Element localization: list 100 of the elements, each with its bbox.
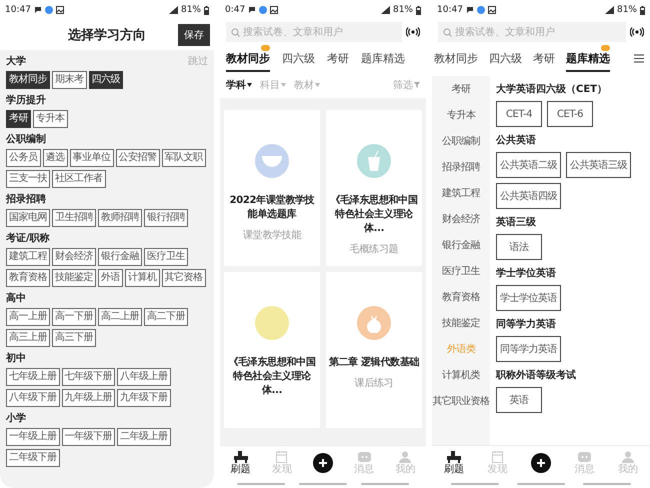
option-chip[interactable]: 八年级上册 — [117, 368, 170, 386]
chat-icon — [248, 6, 256, 14]
option-chip[interactable]: 高三上册 — [6, 329, 50, 347]
option-chip[interactable]: 九年级下册 — [117, 389, 170, 407]
option-chip[interactable]: 其它资格 — [162, 269, 206, 287]
notebook-icon — [492, 451, 503, 463]
option-chip[interactable]: 专升本 — [33, 110, 68, 128]
option-button[interactable]: 公共英语三级 — [566, 152, 631, 178]
option-chip[interactable]: 二年级上册 — [117, 428, 170, 446]
category-item[interactable]: 建筑工程 — [432, 180, 490, 206]
question-bank-card[interactable]: 第二章 逻辑代数基础 课后练习 — [326, 272, 422, 428]
nav-bar-line — [361, 483, 409, 485]
tab[interactable]: 四六级 — [282, 45, 315, 72]
option-button[interactable]: 公共英语二级 — [496, 152, 561, 178]
category-item[interactable]: 公职编制 — [432, 128, 490, 154]
option-chip[interactable]: 建筑工程 — [6, 248, 50, 266]
option-chip[interactable]: 七年级上册 — [6, 368, 60, 386]
option-button[interactable]: 英语 — [496, 387, 542, 413]
category-item[interactable]: 计算机类 — [432, 362, 490, 388]
option-chip[interactable]: 高一下册 — [52, 308, 96, 326]
option-chip[interactable]: 公务员 — [6, 149, 40, 167]
option-chip[interactable]: 二年级下册 — [6, 449, 60, 467]
option-button[interactable]: 同等学力英语 — [496, 336, 561, 362]
nav-bar-line — [583, 483, 631, 485]
category-item[interactable]: 专升本 — [432, 102, 490, 128]
section-title: 英语三级 — [496, 216, 537, 229]
group-title: 大学 — [6, 54, 26, 68]
tab[interactable]: 题库精选 — [361, 45, 405, 72]
question-bank-card[interactable]: 《毛泽东思想和中国特色社会主义理论体... 毛概练习题 — [326, 110, 422, 266]
option-chip[interactable]: 卫生招聘 — [52, 209, 96, 227]
question-bank-card[interactable]: 《毛泽东思想和中国特色社会主义理论体... — [224, 272, 320, 428]
option-chip[interactable]: 七年级下册 — [62, 368, 115, 386]
option-chip[interactable]: 国家电网 — [6, 209, 50, 227]
option-chip[interactable]: 银行金融 — [98, 248, 142, 266]
option-button[interactable]: CET-6 — [547, 101, 593, 127]
plus-icon — [318, 458, 328, 468]
save-button[interactable]: 保存 — [178, 24, 210, 46]
battery-icon — [416, 6, 421, 14]
option-chip[interactable]: 八年级下册 — [6, 389, 60, 407]
option-chip[interactable]: 社区工作者 — [52, 170, 106, 188]
chat-icon — [34, 6, 42, 14]
search-field[interactable]: 搜索试卷、文章和用户 — [438, 22, 626, 42]
nav-tab[interactable]: 刷题 — [230, 451, 251, 475]
option-chip[interactable]: 教育资格 — [6, 269, 50, 287]
search-field[interactable]: 搜索试卷、文章和用户 — [226, 22, 402, 42]
option-chip[interactable]: 军队文职 — [162, 149, 206, 167]
menu-icon[interactable] — [634, 54, 644, 62]
category-item[interactable]: 财会经济 — [432, 206, 490, 232]
group-title: 小学 — [6, 412, 26, 425]
option-chip[interactable]: 三支一扶 — [6, 170, 50, 188]
tab[interactable]: 四六级 — [489, 45, 522, 72]
filter-dropdown[interactable]: 学科 — [226, 78, 252, 92]
option-chip[interactable]: 外语 — [98, 269, 123, 287]
option-button[interactable]: 学士学位英语 — [496, 285, 561, 311]
nav-tab[interactable]: 刷题 — [444, 451, 464, 475]
gallery-icon — [488, 6, 496, 14]
question-bank-card[interactable]: 2022年课堂教学技能单选题库 课堂教学技能 — [224, 110, 320, 266]
option-button[interactable]: 公共英语四级 — [496, 183, 561, 209]
option-chip[interactable]: 医疗卫生 — [144, 248, 188, 266]
category-item[interactable]: 银行金融 — [432, 232, 490, 258]
option-chip[interactable]: 教师招聘 — [98, 209, 142, 227]
option-chip[interactable]: 事业单位 — [70, 149, 114, 167]
option-chip[interactable]: 教材同步 — [6, 71, 50, 89]
option-chip[interactable]: 高二上册 — [98, 308, 142, 326]
option-chip[interactable]: 一年级上册 — [6, 428, 60, 446]
option-chip[interactable]: 四六级 — [88, 71, 123, 89]
option-chip[interactable]: 考研 — [6, 110, 31, 128]
group-title: 初中 — [6, 352, 26, 365]
option-chip[interactable]: 九年级上册 — [62, 389, 115, 407]
option-chip[interactable]: 遴选 — [42, 149, 68, 167]
option-chip[interactable]: 高三下册 — [52, 329, 96, 347]
option-button[interactable]: 语法 — [496, 234, 542, 260]
option-chip[interactable]: 技能鉴定 — [52, 269, 96, 287]
category-item[interactable]: 医疗卫生 — [432, 258, 490, 284]
category-item[interactable]: 教育资格 — [432, 284, 490, 310]
tab[interactable]: 题库精选 — [566, 45, 610, 72]
option-chip[interactable]: 计算机 — [125, 269, 160, 287]
option-button[interactable]: CET-4 — [496, 101, 542, 127]
option-chip[interactable]: 高二下册 — [144, 308, 188, 326]
add-button[interactable] — [312, 453, 333, 473]
group-title: 招录招聘 — [6, 193, 46, 206]
option-chip[interactable]: 公安招警 — [116, 149, 160, 167]
option-chip[interactable]: 高一上册 — [6, 308, 50, 326]
category-item[interactable]: 技能鉴定 — [432, 310, 490, 336]
broadcast-icon[interactable] — [406, 27, 420, 37]
tab[interactable]: 考研 — [327, 45, 349, 72]
category-item[interactable]: 招录招聘 — [432, 154, 490, 180]
option-chip[interactable]: 期末考 — [52, 71, 86, 89]
tab[interactable]: 教材同步 — [226, 45, 270, 72]
add-button[interactable] — [530, 453, 551, 473]
tab[interactable]: 教材同步 — [434, 45, 478, 72]
option-chip[interactable]: 一年级下册 — [62, 428, 115, 446]
option-chip[interactable]: 财会经济 — [52, 248, 96, 266]
group-title: 学历提升 — [6, 94, 46, 107]
option-chip[interactable]: 银行招聘 — [144, 209, 188, 227]
category-item[interactable]: 考研 — [432, 76, 490, 102]
category-item[interactable]: 其它职业资格 — [432, 388, 490, 414]
search-icon — [231, 28, 240, 36]
broadcast-icon[interactable] — [630, 27, 644, 37]
tab[interactable]: 考研 — [533, 45, 555, 72]
